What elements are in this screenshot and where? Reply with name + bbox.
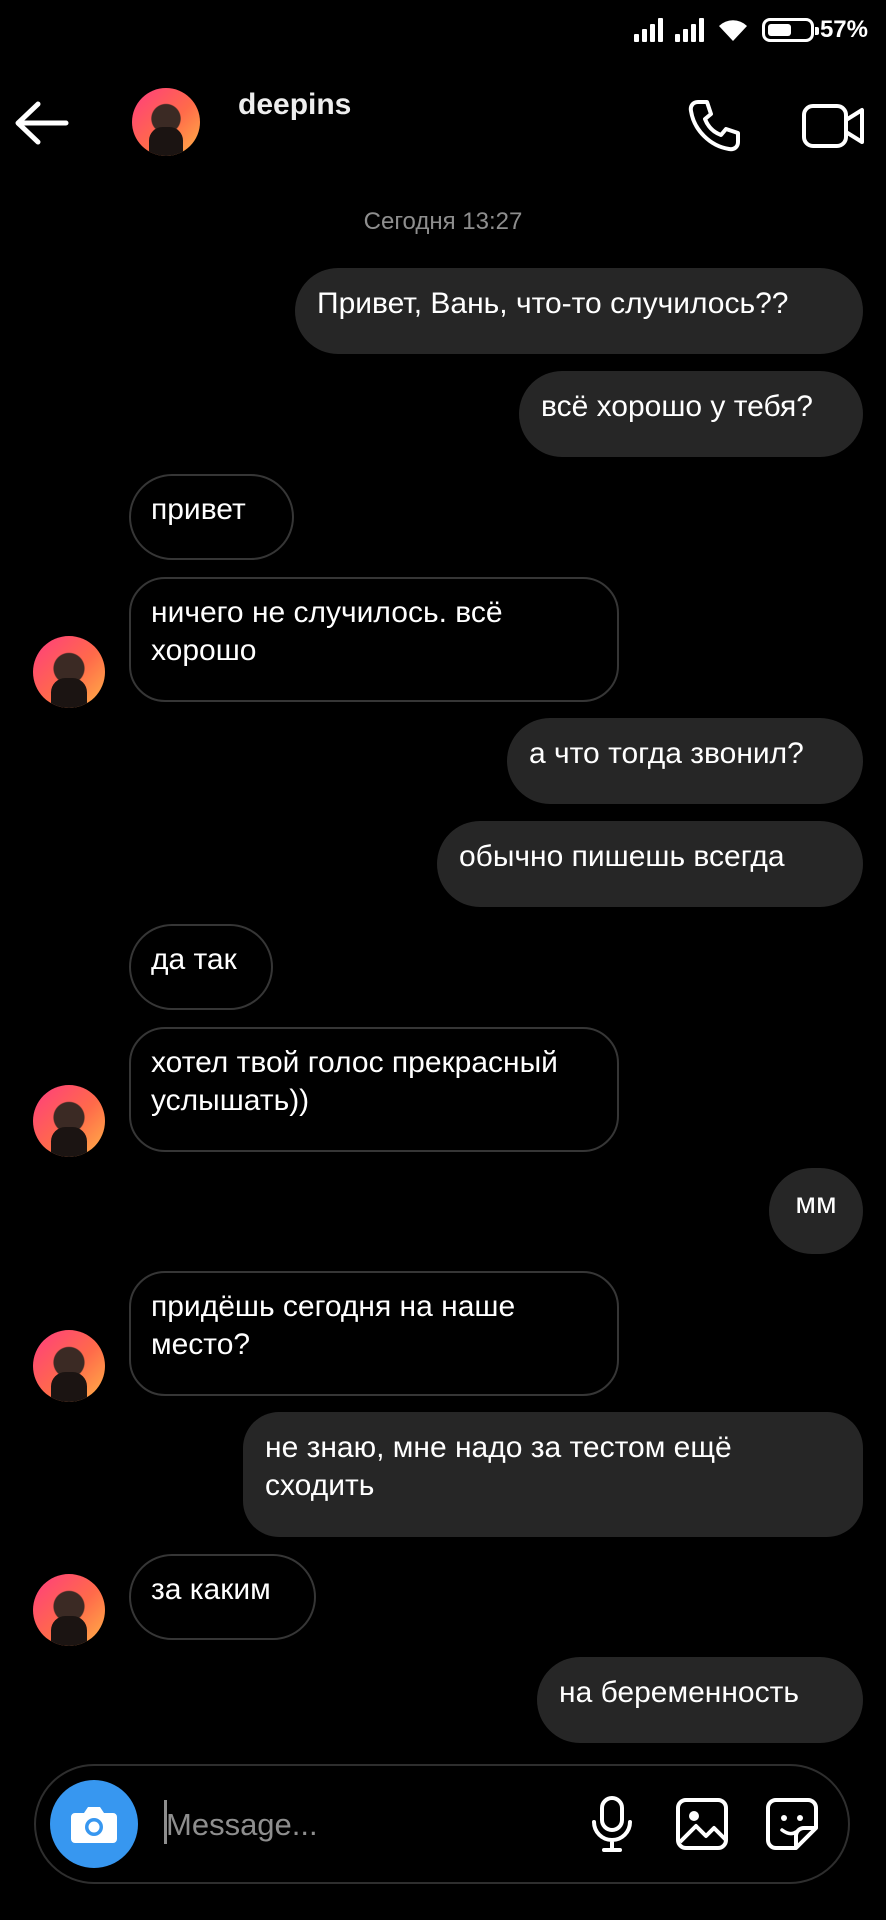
message-outgoing[interactable]: всё хорошо у тебя? — [519, 371, 863, 457]
message-composer — [34, 1764, 850, 1884]
back-button[interactable] — [12, 98, 72, 148]
message-incoming[interactable]: придёшь сегодня на наше место? — [129, 1271, 619, 1396]
avatar[interactable] — [33, 1330, 105, 1402]
message-incoming[interactable]: да так — [129, 924, 273, 1010]
conversation-timestamp: Сегодня 13:27 — [363, 208, 523, 235]
image-icon — [676, 1798, 728, 1850]
microphone-icon — [592, 1796, 632, 1852]
avatar[interactable] — [33, 1085, 105, 1157]
message-outgoing[interactable]: Привет, Вань, что-то случилось?? — [295, 268, 863, 354]
message-incoming[interactable]: ничего не случилось. всё хорошо — [129, 577, 619, 702]
status-bar: 57% — [633, 10, 868, 50]
sticker-icon — [766, 1798, 818, 1850]
avatar[interactable] — [132, 88, 200, 156]
wifi-icon — [718, 20, 747, 41]
battery-level-fill — [767, 24, 791, 36]
battery-icon — [761, 18, 819, 42]
gallery-button[interactable] — [672, 1794, 732, 1854]
camera-icon — [71, 1807, 117, 1843]
voice-call-button[interactable] — [684, 96, 744, 156]
camera-button[interactable] — [50, 1780, 138, 1868]
video-camera-icon — [802, 104, 864, 148]
sticker-button[interactable] — [762, 1794, 822, 1854]
message-incoming[interactable]: привет — [129, 474, 294, 560]
microphone-button[interactable] — [584, 1794, 640, 1854]
message-outgoing[interactable]: обычно пишешь всегда — [437, 821, 863, 907]
message-incoming[interactable]: хотел твой голос прекрасный услышать)) — [129, 1027, 619, 1152]
text-cursor — [164, 1800, 167, 1844]
phone-icon — [688, 100, 740, 152]
message-incoming[interactable]: за каким — [129, 1554, 316, 1640]
message-input[interactable] — [164, 1796, 468, 1854]
battery-percent: 57% — [819, 16, 868, 43]
avatar[interactable] — [33, 636, 105, 708]
video-call-button[interactable] — [800, 96, 866, 156]
message-outgoing[interactable]: а что тогда звонил? — [507, 718, 863, 804]
signal-icon-2 — [674, 18, 704, 42]
message-outgoing[interactable]: на беременность — [537, 1657, 863, 1743]
signal-icon — [633, 18, 663, 42]
message-outgoing[interactable]: мм — [769, 1168, 863, 1254]
avatar[interactable] — [33, 1574, 105, 1646]
battery-indicator: 57% — [761, 16, 868, 44]
chat-header: deepins — [0, 80, 886, 170]
chat-screen: 57% deepins Сегодня 13:27 Привет, Вань, … — [0, 0, 886, 1920]
message-outgoing[interactable]: не знаю, мне надо за тестом ещё сходить — [243, 1412, 863, 1537]
contact-name[interactable]: deepins — [238, 88, 351, 122]
arrow-left-icon — [15, 101, 69, 145]
